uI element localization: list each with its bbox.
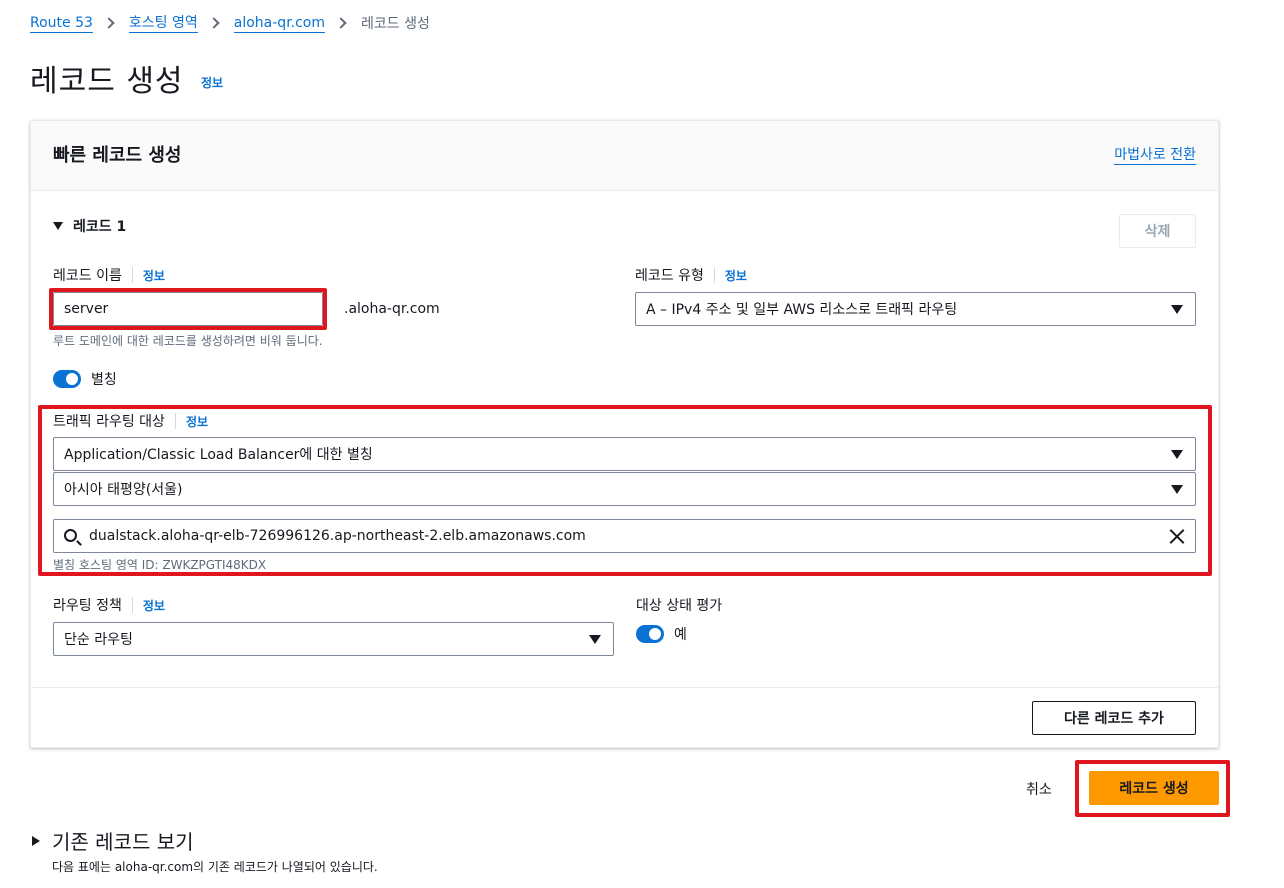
routing-policy-label-row: 라우팅 정책 정보 xyxy=(53,595,165,615)
caret-right-icon xyxy=(32,835,40,846)
caret-down-icon xyxy=(53,222,63,230)
record-1-expander[interactable]: 레코드 1 xyxy=(53,216,126,236)
caret-down-icon xyxy=(1171,305,1183,314)
record-name-label-row: 레코드 이름 정보 xyxy=(53,265,165,285)
record-title: 레코드 1 xyxy=(73,219,127,235)
panel-title: 빠른 레코드 생성 xyxy=(53,145,182,166)
caret-down-icon xyxy=(589,635,601,644)
quick-create-panel: 빠른 레코드 생성 마법사로 전환 레코드 1 삭제 레코드 이름 정보 ser… xyxy=(30,120,1219,748)
highlight-create-button xyxy=(1075,760,1230,817)
record-type-select[interactable]: A – IPv4 주소 및 일부 AWS 리소스로 트래픽 라우팅 xyxy=(635,292,1196,326)
highlight-record-name xyxy=(49,288,327,330)
routing-policy-select[interactable]: 단순 라우팅 xyxy=(53,622,614,656)
routing-policy-label: 라우팅 정책 xyxy=(53,598,122,614)
health-evaluation-value: 예 xyxy=(674,627,687,643)
routing-policy-info-link[interactable]: 정보 xyxy=(143,597,165,614)
record-type-info-link[interactable]: 정보 xyxy=(725,267,747,284)
add-another-record-button[interactable]: 다른 레코드 추가 xyxy=(1032,701,1196,735)
alias-toggle[interactable] xyxy=(53,370,81,388)
breadcrumb: Route 53 호스팅 영역 aloha-qr.com 레코드 생성 xyxy=(30,12,430,34)
cancel-button[interactable]: 취소 xyxy=(1026,779,1052,799)
health-evaluation-toggle[interactable] xyxy=(636,625,664,643)
breadcrumb-zone[interactable]: aloha-qr.com xyxy=(233,14,326,33)
existing-records-description: 다음 표에는 aloha-qr.com의 기존 레코드가 나열되어 있습니다. xyxy=(52,860,378,874)
breadcrumb-route53[interactable]: Route 53 xyxy=(30,14,93,33)
record-type-label-row: 레코드 유형 정보 xyxy=(635,265,747,285)
alias-label: 별칭 xyxy=(91,372,117,388)
health-evaluation-toggle-row: 예 xyxy=(636,624,687,644)
alias-toggle-row: 별칭 xyxy=(53,369,117,389)
record-type-label: 레코드 유형 xyxy=(635,268,704,284)
routing-policy-value: 단순 라우팅 xyxy=(64,632,133,648)
record-type-value: A – IPv4 주소 및 일부 AWS 리소스로 트래픽 라우팅 xyxy=(646,302,958,318)
page-title: 레코드 생성 xyxy=(30,64,184,99)
domain-suffix: .aloha-qr.com xyxy=(344,301,440,317)
record-name-info-link[interactable]: 정보 xyxy=(143,267,165,284)
breadcrumb-current: 레코드 생성 xyxy=(361,16,430,32)
panel-footer: 다른 레코드 추가 xyxy=(31,687,1218,749)
switch-to-wizard-link[interactable]: 마법사로 전환 xyxy=(1114,146,1196,165)
record-name-label: 레코드 이름 xyxy=(53,268,122,284)
chevron-right-icon xyxy=(103,17,115,29)
label-divider xyxy=(713,267,715,283)
label-divider xyxy=(131,267,133,283)
health-evaluation-label: 대상 상태 평가 xyxy=(636,598,723,614)
delete-button[interactable]: 삭제 xyxy=(1119,214,1196,248)
chevron-right-icon xyxy=(335,17,347,29)
highlight-traffic-target xyxy=(38,405,1212,576)
breadcrumb-hosted-zones[interactable]: 호스팅 영역 xyxy=(128,14,198,33)
existing-records-title: 기존 레코드 보기 xyxy=(52,830,194,854)
record-name-hint: 루트 도메인에 대한 레코드를 생성하려면 비워 둡니다. xyxy=(53,334,323,348)
panel-header: 빠른 레코드 생성 마법사로 전환 xyxy=(31,121,1218,191)
page-info-link[interactable]: 정보 xyxy=(201,74,223,91)
existing-records-expander[interactable]: 기존 레코드 보기 xyxy=(32,826,194,855)
label-divider xyxy=(131,597,133,613)
chevron-right-icon xyxy=(208,17,220,29)
